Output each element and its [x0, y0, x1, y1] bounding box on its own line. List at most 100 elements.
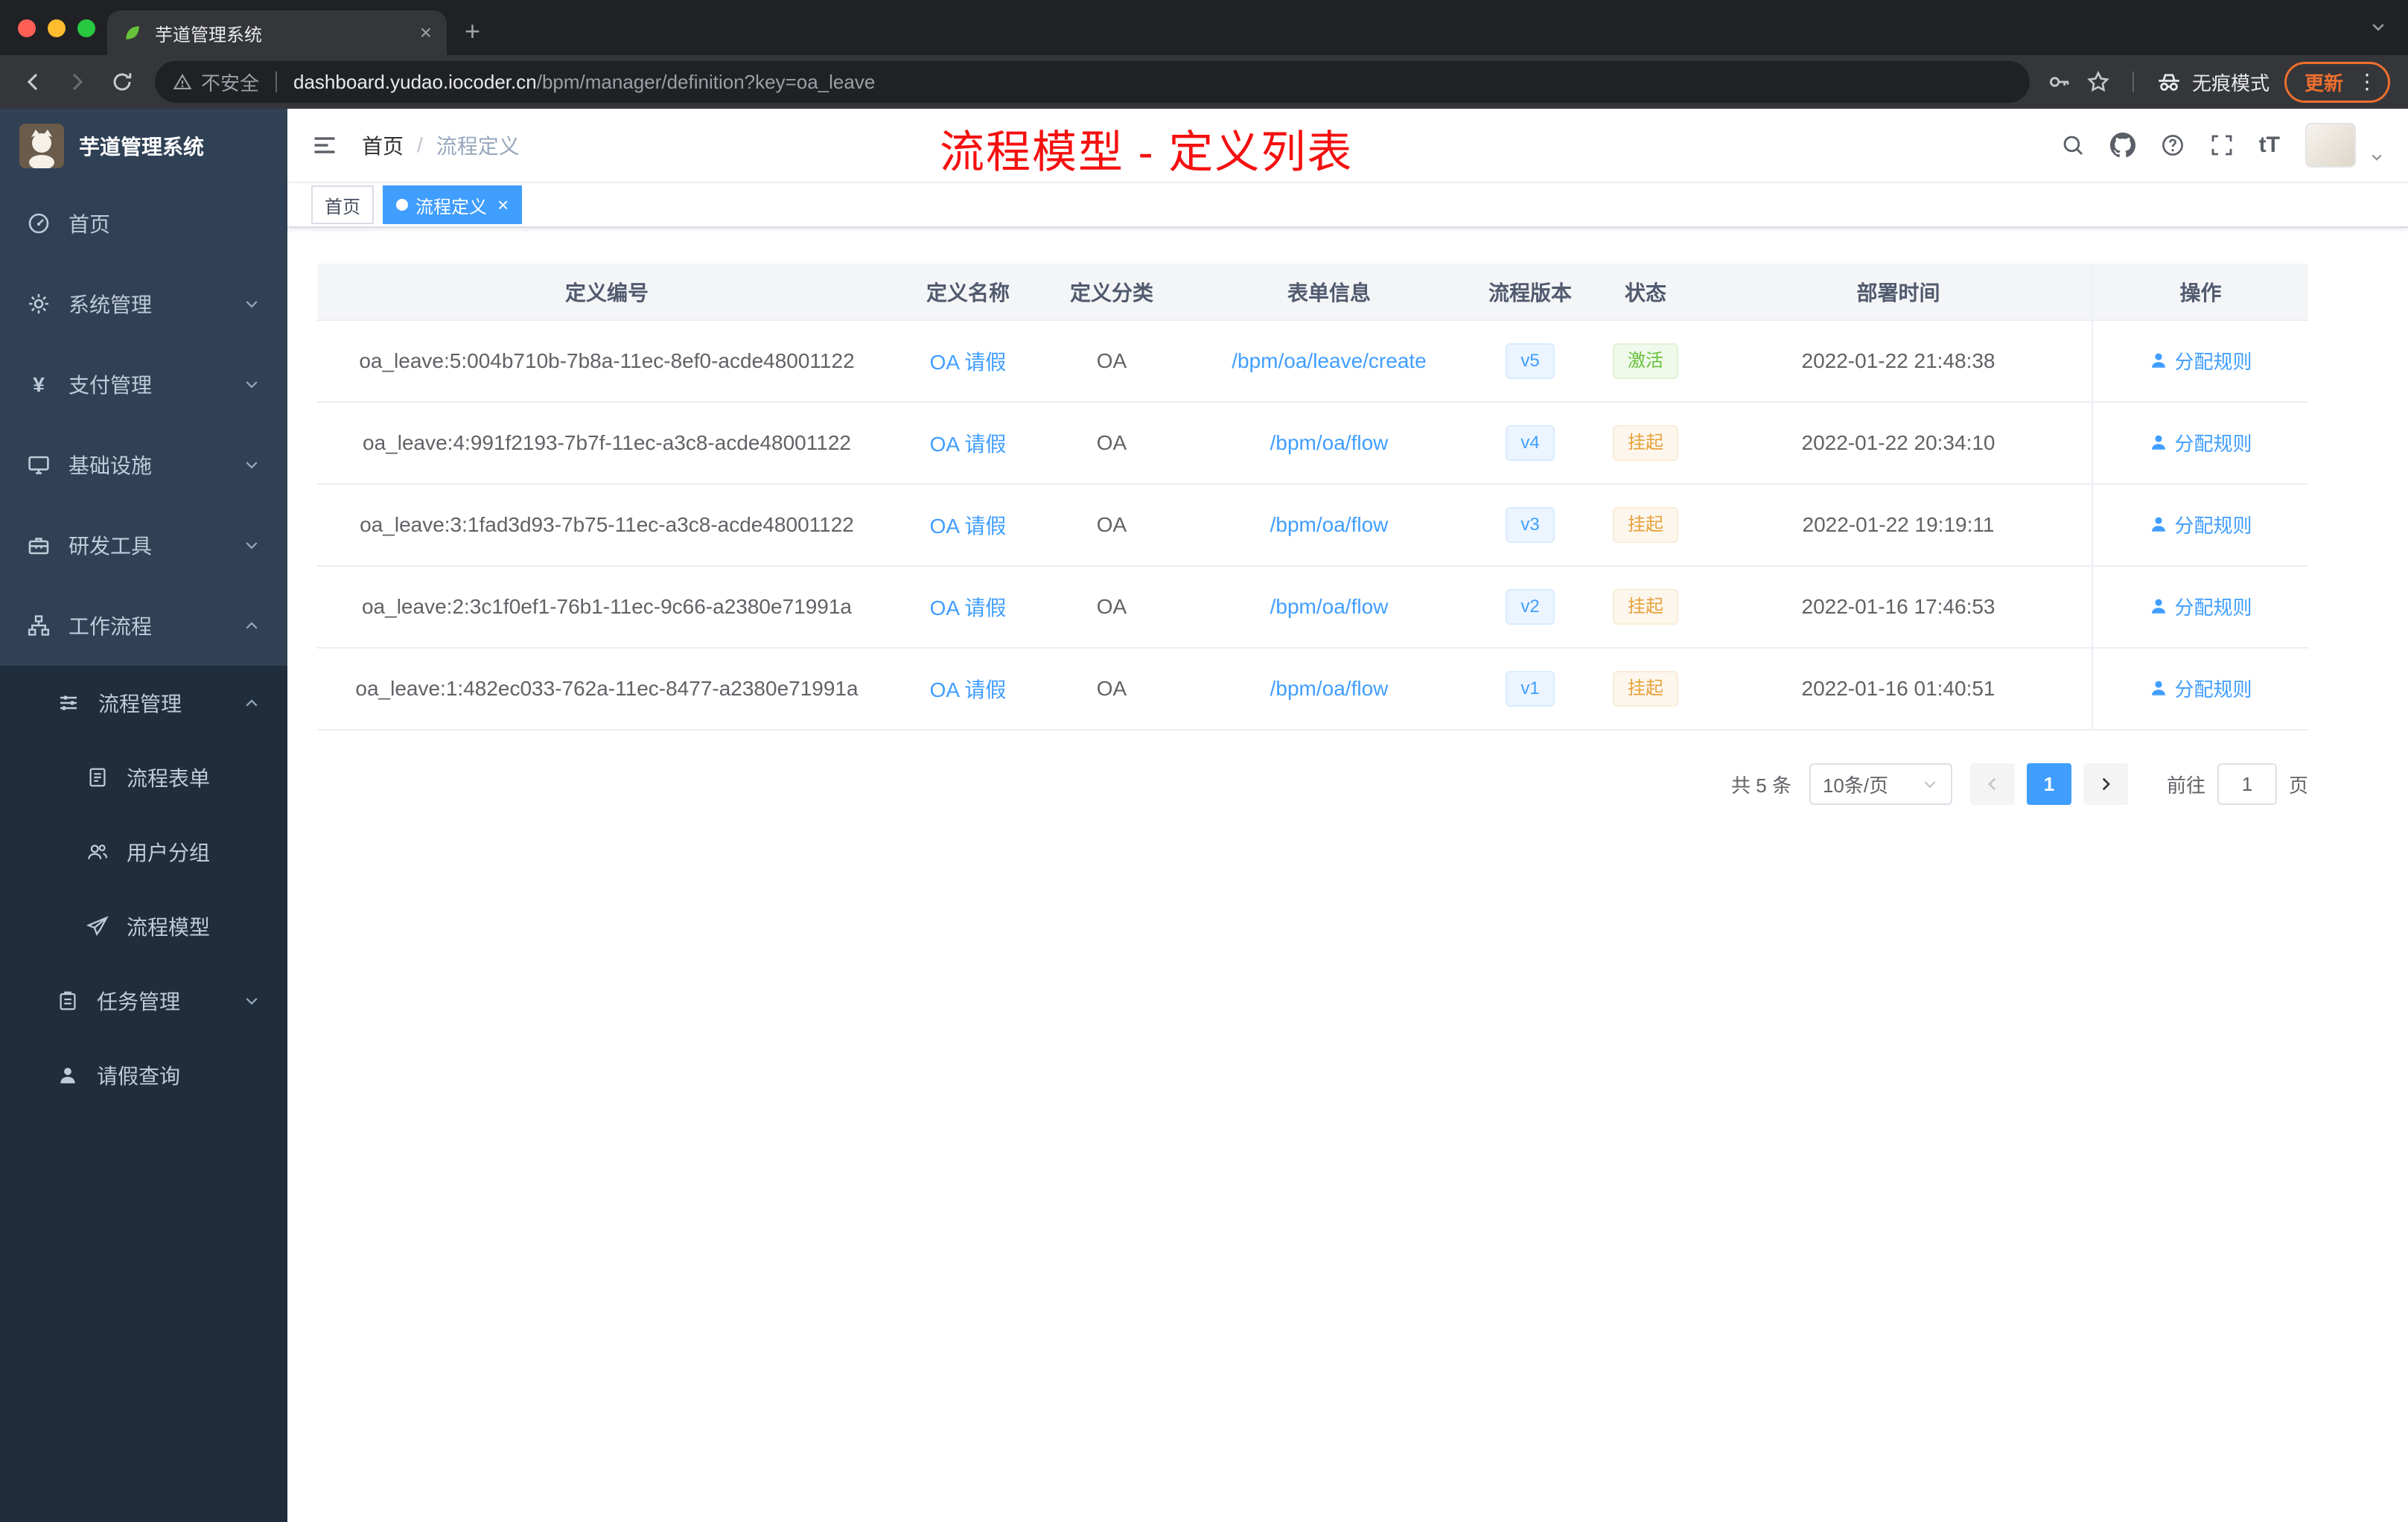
hamburger-icon[interactable] — [311, 132, 338, 159]
definition-name-link[interactable]: OA 请假 — [930, 351, 1007, 374]
sidebar-item-infrastructure[interactable]: 基础设施 — [0, 424, 287, 505]
user-icon — [2149, 678, 2168, 698]
help-icon[interactable] — [2161, 133, 2185, 157]
actions-cell: 分配规则 — [2092, 566, 2308, 649]
app-logo-avatar — [19, 124, 64, 168]
breadcrumb: 首页 / 流程定义 — [362, 130, 520, 160]
app-navbar: 首页 / 流程定义 流程模型 - 定义列表 tT — [287, 109, 2408, 183]
form-link[interactable]: /bpm/oa/flow — [1270, 431, 1389, 454]
status-tag: 挂起 — [1613, 671, 1678, 707]
warning-triangle-icon — [173, 72, 192, 92]
table-body: oa_leave:5:004b710b-7b8a-11ec-8ef0-acde4… — [317, 320, 2308, 730]
tab-search-icon[interactable] — [2369, 18, 2387, 36]
update-label: 更新 — [2304, 71, 2343, 95]
sidebar-item-home[interactable]: 首页 — [0, 183, 287, 264]
status-cell: 激活 — [1586, 320, 1705, 403]
browser-window: 芋道管理系统 × + 不安全 dashboard.yudao.iocoder.c… — [0, 0, 2408, 1522]
update-button[interactable]: 更新 ⋮ — [2284, 61, 2390, 103]
page-number-button[interactable]: 1 — [2026, 763, 2071, 805]
sidebar-item-task-management[interactable]: 任务管理 — [0, 964, 287, 1038]
definition-name-link[interactable]: OA 请假 — [930, 678, 1007, 701]
prev-page-button[interactable] — [1969, 763, 2015, 805]
address-bar[interactable]: 不安全 dashboard.yudao.iocoder.cn/bpm/manag… — [155, 61, 2030, 103]
actions-cell: 分配规则 — [2092, 402, 2308, 485]
sidebar-logo-row[interactable]: 芋道管理系统 — [0, 109, 287, 183]
bookmark-star-icon[interactable] — [2086, 70, 2110, 94]
font-size-icon[interactable]: tT — [2259, 133, 2280, 158]
user-avatar[interactable] — [2305, 123, 2356, 168]
browser-tab[interactable]: 芋道管理系统 × — [107, 10, 447, 55]
key-icon[interactable] — [2048, 70, 2071, 94]
assign-rule-link[interactable]: 分配规则 — [2149, 593, 2252, 620]
tag-home[interactable]: 首页 — [311, 185, 374, 224]
deploy-time-cell: 2022-01-16 17:46:53 — [1705, 566, 2092, 649]
tag-close-icon[interactable]: × — [497, 195, 509, 214]
assign-rule-link[interactable]: 分配规则 — [2149, 675, 2252, 702]
assign-rule-link[interactable]: 分配规则 — [2149, 511, 2252, 538]
sidebar-item-label: 研发工具 — [69, 535, 153, 558]
total-count-label: 共 5 条 — [1731, 774, 1791, 797]
avatar-caret-icon[interactable] — [2369, 150, 2384, 165]
next-page-button[interactable] — [2083, 763, 2128, 805]
deploy-time-cell: 2022-01-22 21:48:38 — [1705, 320, 2092, 403]
traffic-lights — [18, 19, 95, 37]
breadcrumb-current: 流程定义 — [436, 135, 520, 158]
back-icon[interactable] — [12, 61, 54, 103]
form-link[interactable]: /bpm/oa/leave/create — [1232, 349, 1427, 372]
tag-label: 流程定义 — [415, 197, 487, 217]
svg-text:¥: ¥ — [33, 373, 45, 396]
definition-id-cell: oa_leave:3:1fad3d93-7b75-11ec-a3c8-acde4… — [317, 484, 896, 567]
version-tag: v2 — [1506, 589, 1555, 625]
users-icon — [86, 841, 109, 863]
goto-page-input[interactable] — [2217, 763, 2277, 805]
reload-icon[interactable] — [101, 61, 143, 103]
sidebar-item-system[interactable]: 系统管理 — [0, 264, 287, 344]
tab-close-icon[interactable]: × — [420, 22, 432, 43]
goto-label: 前往 — [2166, 774, 2205, 797]
tag-process-definition[interactable]: 流程定义 × — [383, 185, 523, 224]
search-icon[interactable] — [2061, 133, 2085, 157]
paper-plane-icon — [86, 915, 109, 937]
assign-rule-link[interactable]: 分配规则 — [2149, 429, 2252, 456]
sidebar-item-leave-query[interactable]: 请假查询 — [0, 1038, 287, 1112]
breadcrumb-home[interactable]: 首页 — [362, 130, 404, 160]
breadcrumb-separator: / — [417, 133, 423, 156]
version-tag: v4 — [1506, 425, 1555, 461]
version-cell: v3 — [1474, 484, 1586, 567]
definition-name-link[interactable]: OA 请假 — [930, 433, 1007, 456]
assign-rule-link[interactable]: 分配规则 — [2149, 347, 2252, 375]
app-root: 芋道管理系统 首页 系统管理 ¥ 支付管理 基础设施 研发工具 工作流程 流程管… — [0, 109, 2408, 1522]
security-label[interactable]: 不安全 — [201, 69, 259, 96]
sidebar-item-label: 首页 — [69, 213, 111, 236]
form-link[interactable]: /bpm/oa/flow — [1270, 595, 1389, 618]
sidebar-item-process-model[interactable]: 流程模型 — [0, 889, 287, 964]
sidebar-item-label: 支付管理 — [69, 374, 153, 397]
fullscreen-icon[interactable] — [2210, 133, 2234, 157]
close-window-button[interactable] — [18, 19, 36, 37]
tags-view: 首页 流程定义 × — [287, 183, 2408, 228]
definition-name-link[interactable]: OA 请假 — [930, 596, 1007, 620]
incognito-label: 无痕模式 — [2191, 71, 2270, 95]
category-cell: OA — [1039, 566, 1184, 649]
form-cell: /bpm/oa/flow — [1184, 648, 1474, 730]
sidebar-item-user-group[interactable]: 用户分组 — [0, 815, 287, 889]
forward-icon[interactable] — [57, 61, 98, 103]
zoom-window-button[interactable] — [77, 19, 95, 37]
sidebar-item-devtools[interactable]: 研发工具 — [0, 505, 287, 585]
column-header-form: 表单信息 — [1184, 264, 1474, 321]
sidebar-item-payment[interactable]: ¥ 支付管理 — [0, 344, 287, 424]
definition-name-link[interactable]: OA 请假 — [930, 515, 1007, 538]
sidebar-item-process-management[interactable]: 流程管理 — [0, 666, 287, 740]
sidebar-item-workflow[interactable]: 工作流程 — [0, 585, 287, 666]
minimize-window-button[interactable] — [48, 19, 66, 37]
github-icon[interactable] — [2109, 133, 2135, 158]
page-size-select[interactable]: 10条/页 — [1809, 763, 1952, 805]
sidebar-item-process-form[interactable]: 流程表单 — [0, 740, 287, 815]
form-link[interactable]: /bpm/oa/flow — [1270, 677, 1389, 700]
sidebar-item-label: 基础设施 — [69, 454, 153, 477]
form-link[interactable]: /bpm/oa/flow — [1270, 513, 1389, 536]
new-tab-button[interactable]: + — [465, 18, 480, 45]
chrome-menu-icon[interactable]: ⋮ — [2357, 71, 2377, 92]
chevron-down-icon — [243, 992, 261, 1010]
status-tag: 挂起 — [1613, 425, 1678, 461]
